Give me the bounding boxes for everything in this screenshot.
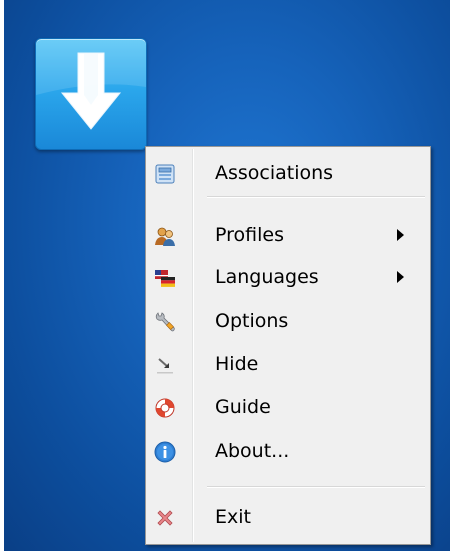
menu-item-profiles[interactable]: Profiles	[148, 214, 428, 256]
menu-item-label: Options	[215, 310, 289, 332]
download-arrow-icon[interactable]	[35, 38, 147, 150]
hide-icon	[154, 354, 176, 376]
menu-separator	[207, 486, 425, 488]
submenu-arrow-icon	[397, 271, 404, 283]
menu-item-hide[interactable]: Hide	[148, 343, 428, 385]
context-menu: Associations Profiles Languages Options …	[145, 146, 431, 545]
menu-item-label: Associations	[215, 162, 334, 184]
lifebuoy-icon	[154, 397, 176, 419]
menu-item-label: Exit	[215, 506, 251, 528]
menu-item-label: Hide	[215, 353, 259, 375]
profiles-icon	[154, 225, 176, 247]
menu-item-label: About...	[215, 440, 290, 462]
exit-icon	[154, 507, 176, 529]
menu-item-label: Guide	[215, 396, 271, 418]
menu-separator	[207, 196, 425, 198]
info-icon	[154, 441, 176, 463]
menu-item-options[interactable]: Options	[148, 300, 428, 342]
submenu-arrow-icon	[397, 229, 404, 241]
wrench-icon	[154, 311, 176, 333]
menu-item-label: Profiles	[215, 224, 284, 246]
download-arrow-icon-graphic	[36, 39, 146, 130]
menu-item-about[interactable]: About...	[148, 430, 428, 472]
menu-item-exit[interactable]: Exit	[148, 496, 428, 538]
languages-icon	[154, 267, 176, 289]
menu-item-label: Languages	[215, 266, 319, 288]
menu-item-languages[interactable]: Languages	[148, 256, 428, 298]
menu-item-associations[interactable]: Associations	[148, 152, 428, 194]
menu-item-guide[interactable]: Guide	[148, 386, 428, 428]
associations-icon	[154, 163, 176, 185]
